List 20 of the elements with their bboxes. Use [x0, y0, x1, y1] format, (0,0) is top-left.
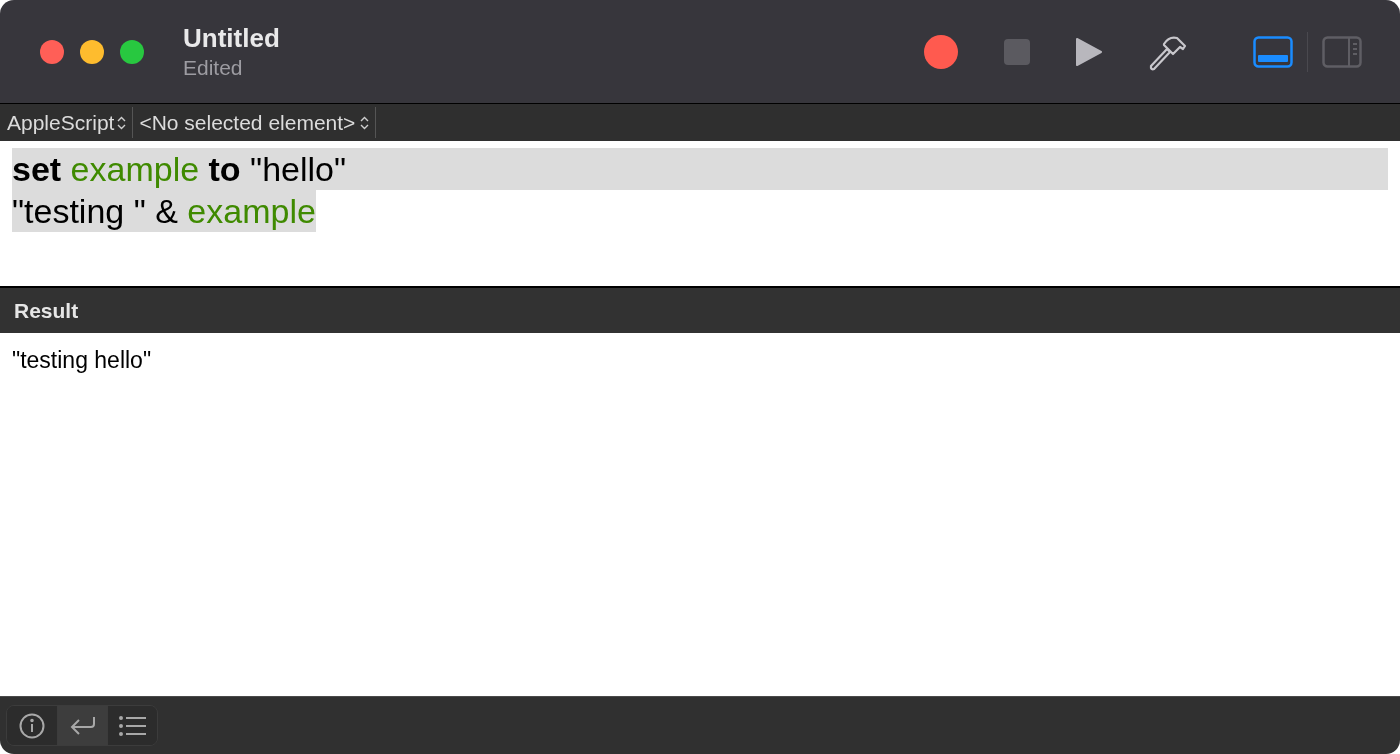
bottom-tab[interactable] — [57, 706, 107, 745]
window-title: Untitled — [183, 22, 280, 55]
result-text: "testing hello" — [12, 347, 152, 373]
updown-chevron-icon — [117, 115, 127, 130]
info-icon — [19, 712, 45, 739]
play-icon[interactable] — [1075, 36, 1103, 67]
minimize-window-button[interactable] — [80, 39, 104, 64]
record-icon[interactable] — [923, 33, 959, 70]
result-header: Result — [0, 286, 1400, 333]
language-popup[interactable]: AppleScript — [0, 106, 134, 139]
window-subtitle: Edited — [183, 54, 244, 81]
updown-chevron-icon — [360, 115, 370, 130]
element-popup[interactable]: <No selected element> — [133, 106, 377, 139]
bottom-tab[interactable] — [7, 706, 57, 745]
close-window-button[interactable] — [40, 39, 64, 64]
list-icon — [118, 714, 147, 737]
return-arrow-icon — [69, 715, 96, 736]
bottom-panel-icon[interactable] — [1253, 35, 1293, 68]
zoom-window-button[interactable] — [120, 39, 144, 64]
bottom-tab[interactable] — [107, 706, 157, 745]
